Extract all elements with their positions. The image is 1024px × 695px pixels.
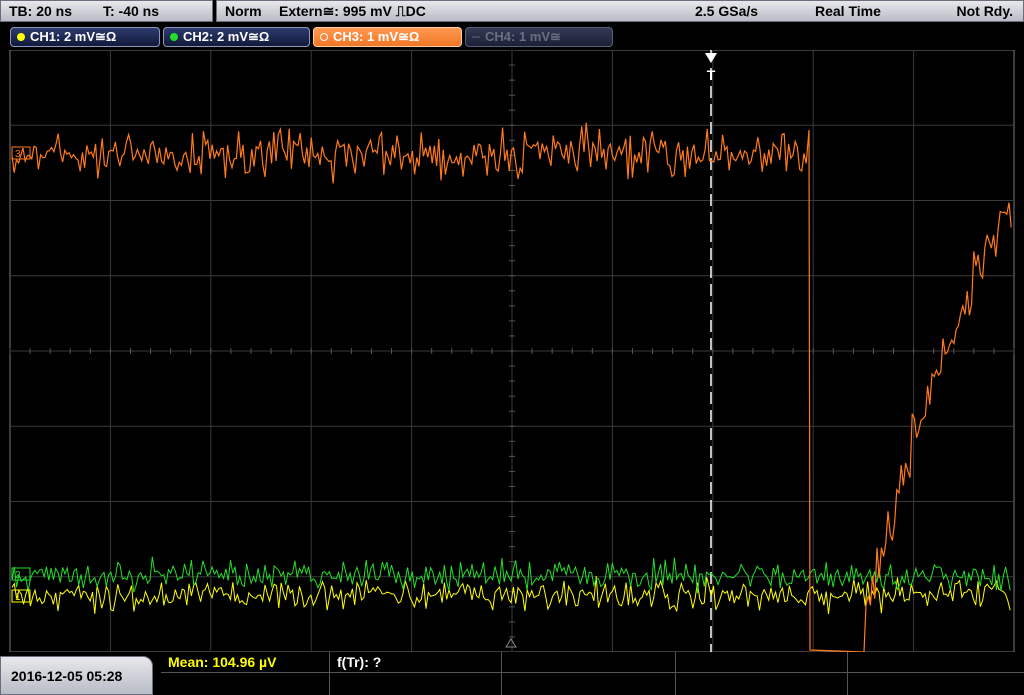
measurement-slot-6[interactable] xyxy=(161,673,330,695)
top-status-bar: TB: 20 ns T: -40 ns Norm Extern≅: 995 mV… xyxy=(0,0,1024,24)
channel-bar: CH1: 2 mV≅Ω CH2: 2 mV≅Ω CH3: 1 mV≅Ω CH4:… xyxy=(0,24,1024,50)
trigger-position-marker-icon xyxy=(505,638,517,648)
svg-text:2: 2 xyxy=(15,570,21,581)
trigger-time-label: T: -40 ns xyxy=(103,3,160,19)
waveform-canvas[interactable]: T 3 2 1 xyxy=(0,49,1024,653)
datetime-display: 2016-12-05 05:28 xyxy=(0,656,153,695)
measurement-table: Mean: 104.96 µV f(Tr): ? xyxy=(161,652,1024,695)
channel-2-dot-icon xyxy=(170,33,178,41)
channel-4-label: CH4: 1 mV≅ xyxy=(485,29,561,44)
sample-rate: 2.5 GSa/s xyxy=(695,3,759,19)
channel-2-button[interactable]: CH2: 2 mV≅Ω xyxy=(163,27,310,47)
rise-frequency-measurement[interactable]: f(Tr): ? xyxy=(330,652,502,673)
measurement-slot-8[interactable] xyxy=(502,673,676,695)
timebase-panel[interactable]: TB: 20 ns T: -40 ns xyxy=(0,0,213,22)
waveform-display[interactable]: T 3 2 1 xyxy=(0,49,1024,653)
channel-1-label: CH1: 2 mV≅Ω xyxy=(30,29,117,44)
channel-4-off-icon xyxy=(472,36,480,38)
trigger-panel[interactable]: Norm Extern≅: 995 mV ⎍DC 2.5 GSa/s Real … xyxy=(216,0,1024,22)
measurement-slot-7[interactable] xyxy=(330,673,502,695)
channel-2-label: CH2: 2 mV≅Ω xyxy=(183,29,270,44)
channel-3-label: CH3: 1 mV≅Ω xyxy=(333,29,420,44)
bottom-bar: 2016-12-05 05:28 Mean: 104.96 µV f(Tr): … xyxy=(0,652,1024,695)
channel-1-dot-icon xyxy=(17,33,25,41)
trigger-marker: T xyxy=(707,67,716,83)
measurement-slot-3[interactable] xyxy=(502,652,676,673)
measurement-slot-9[interactable] xyxy=(676,673,848,695)
channel-3-button[interactable]: CH3: 1 mV≅Ω xyxy=(313,27,462,47)
trigger-status: Not Rdy. xyxy=(956,3,1013,19)
trigger-source: Extern≅: 995 mV ⎍DC xyxy=(279,3,426,19)
timebase-label: TB: 20 ns xyxy=(9,3,73,19)
channel-4-button[interactable]: CH4: 1 mV≅ xyxy=(465,27,613,47)
channel-1-button[interactable]: CH1: 2 mV≅Ω xyxy=(10,27,160,47)
channel-3-ring-icon xyxy=(320,33,328,41)
acquisition-mode: Real Time xyxy=(815,3,881,19)
measurement-slot-4[interactable] xyxy=(676,652,848,673)
svg-text:1: 1 xyxy=(15,592,21,603)
mean-measurement[interactable]: Mean: 104.96 µV xyxy=(161,652,330,673)
trigger-arrow-icon[interactable] xyxy=(705,53,717,63)
measurement-slot-5[interactable] xyxy=(848,652,1024,673)
measurement-slot-10[interactable] xyxy=(848,673,1024,695)
channel-1-level-marker-icon[interactable]: 1 xyxy=(11,589,31,603)
svg-text:3: 3 xyxy=(15,149,21,160)
trigger-mode: Norm xyxy=(225,3,262,19)
